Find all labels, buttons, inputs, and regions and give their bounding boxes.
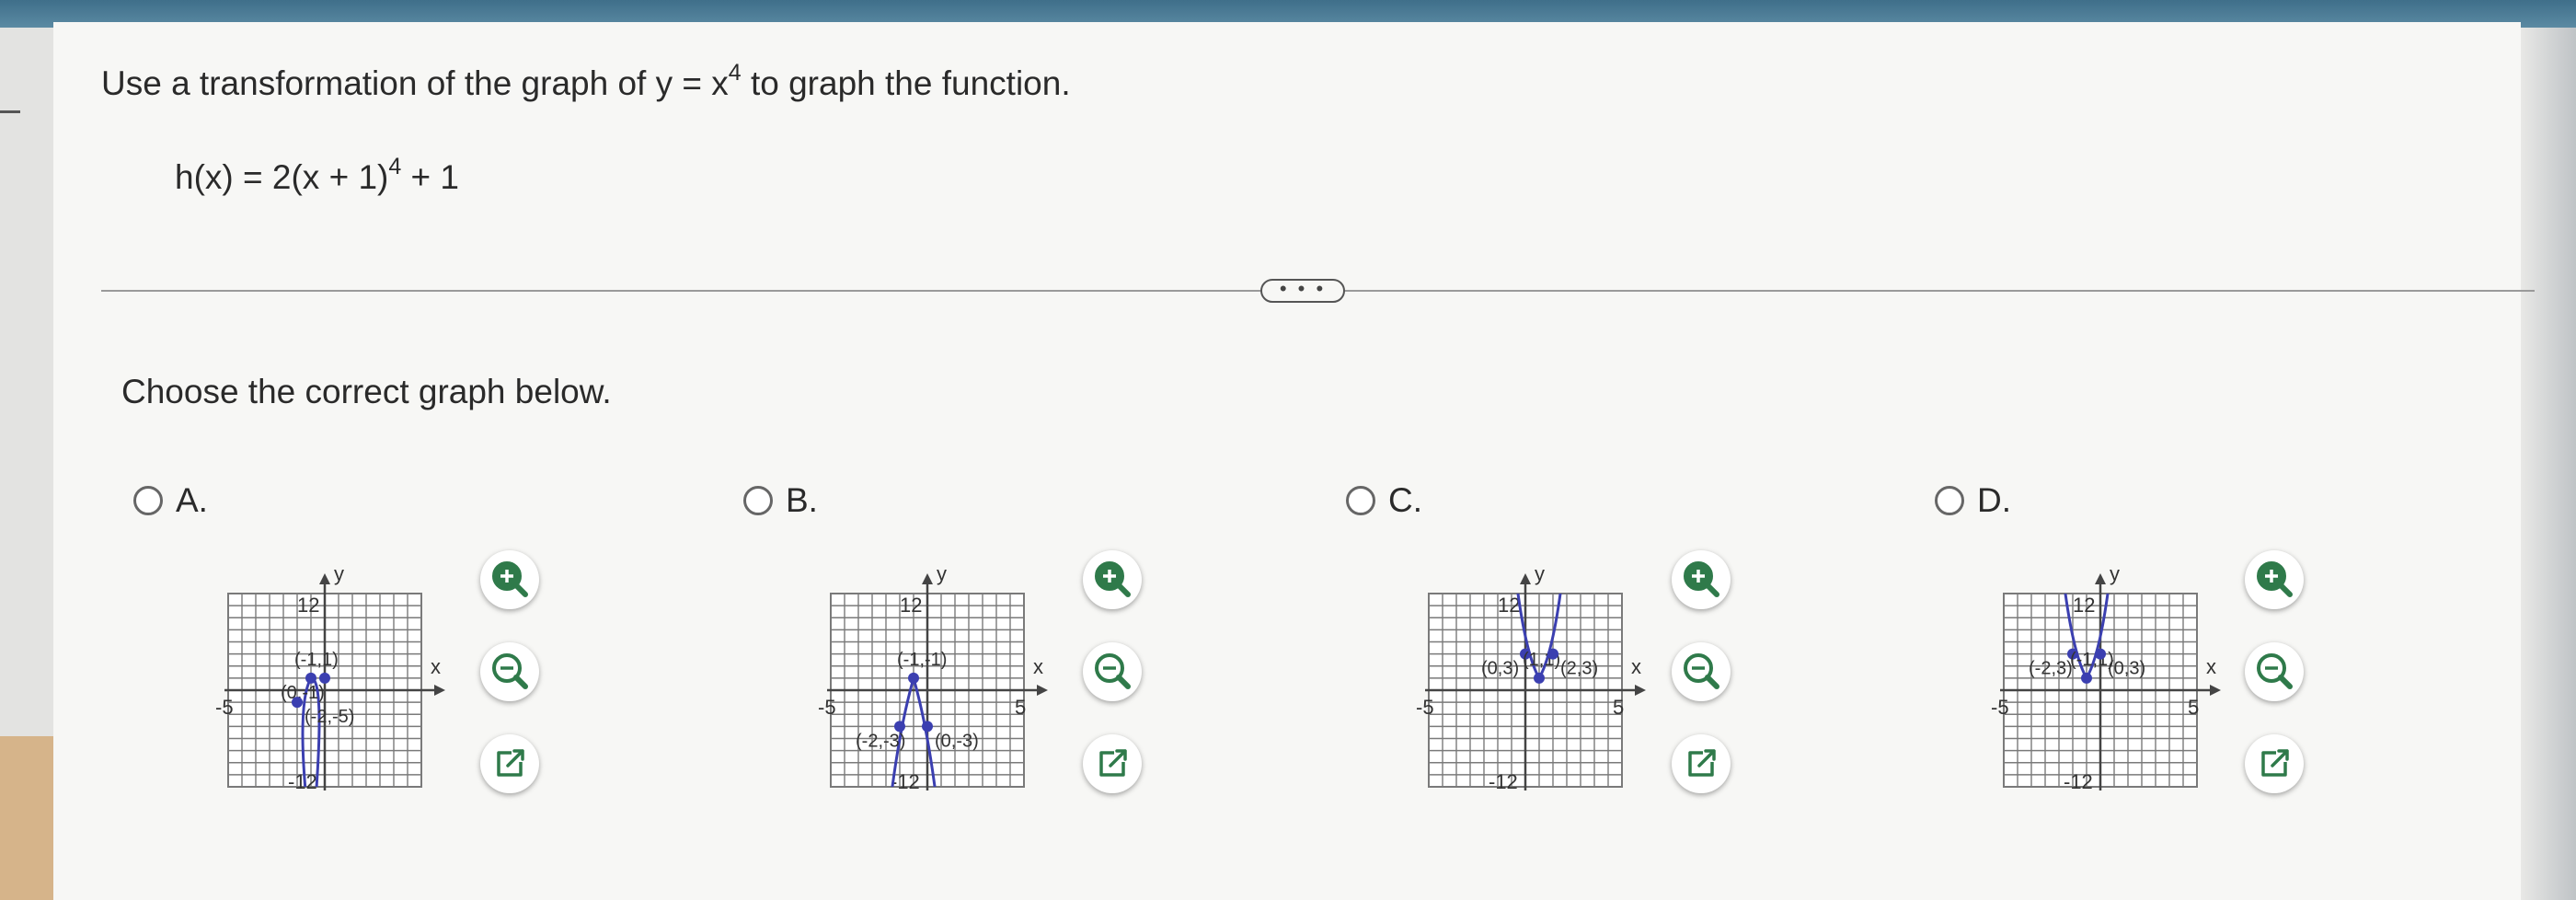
- point-label: (-2,-3): [856, 731, 905, 751]
- x-axis-arrow: [2210, 685, 2221, 696]
- x-tick-label: 5: [2188, 696, 2199, 719]
- zoom-out-button[interactable]: [2245, 642, 2304, 701]
- point-label: (0,3): [2108, 659, 2145, 679]
- zoom-in-icon: [1095, 561, 1131, 597]
- open-graph-button[interactable]: [1083, 734, 1142, 793]
- point-label: (2,3): [1560, 659, 1598, 679]
- option-a-label: A.: [176, 481, 208, 519]
- y-axis-arrow: [922, 573, 933, 584]
- plotted-point: [305, 672, 316, 684]
- x-tick-label: -5: [818, 696, 836, 719]
- radio-c[interactable]: [1346, 486, 1375, 515]
- zoom-in-icon: [2257, 561, 2293, 597]
- plotted-point: [922, 721, 933, 733]
- graph-a: y x 12 -12 -5 (0,-1) (-1,1) (-2,-5): [215, 562, 445, 793]
- plotted-point: [292, 697, 303, 709]
- question-prompt: Use a transformation of the graph of y =…: [101, 60, 1071, 103]
- radio-d[interactable]: [1935, 486, 1964, 515]
- option-d-label: D.: [1977, 481, 2011, 519]
- point-label: (-1,-1): [897, 650, 947, 670]
- plotted-point: [908, 672, 919, 684]
- radio-b[interactable]: [743, 486, 773, 515]
- x-tick-label: 5: [1015, 696, 1026, 719]
- x-axis-arrow: [1635, 685, 1646, 696]
- option-c-label: C.: [1388, 481, 1422, 519]
- plotted-point: [1547, 648, 1558, 660]
- y-tick-label: 12: [2073, 594, 2095, 617]
- option-b[interactable]: B.: [743, 480, 818, 521]
- point-label: (0,-3): [935, 731, 979, 751]
- y-tick-label: 12: [297, 594, 319, 617]
- x-axis-label: x: [1033, 655, 1043, 678]
- graph-d: yx12-12-5 5(-2,3)(-1,1)(0,3): [1991, 562, 2221, 793]
- open-new-window-icon: [1688, 749, 1716, 777]
- open-graph-button[interactable]: [480, 734, 539, 793]
- open-new-window-icon: [1099, 749, 1127, 777]
- x-tick-label: 5: [1613, 696, 1624, 719]
- x-axis-arrow: [434, 685, 445, 696]
- open-new-window-icon: [497, 749, 524, 777]
- x-axis-label: x: [431, 655, 441, 678]
- option-c[interactable]: C.: [1346, 480, 1422, 521]
- zoom-out-icon: [492, 653, 528, 689]
- x-axis-label: x: [2206, 655, 2216, 678]
- screen-edge: [2521, 28, 2576, 900]
- point-label: (0,-1): [281, 683, 325, 703]
- graph-c: yx12-12-5 5(0,3) (1,1) (2,3): [1416, 562, 1646, 793]
- zoom-out-button[interactable]: [1083, 642, 1142, 701]
- point-label: (-1,1): [294, 650, 339, 670]
- y-axis-label: y: [937, 562, 947, 585]
- open-new-window-icon: [2261, 749, 2289, 777]
- y-axis-label: y: [2110, 562, 2120, 585]
- open-graph-button[interactable]: [1672, 734, 1731, 793]
- y-axis-arrow: [2095, 573, 2106, 584]
- y-axis-label: y: [1535, 562, 1545, 585]
- zoom-in-icon: [492, 561, 528, 597]
- panel-handle[interactable]: [0, 110, 20, 113]
- option-a[interactable]: A.: [133, 480, 208, 521]
- y-tick-label: -12: [288, 770, 317, 793]
- plotted-point: [2095, 648, 2106, 660]
- zoom-in-button[interactable]: [1672, 550, 1731, 609]
- y-axis-arrow: [1520, 573, 1531, 584]
- y-axis-arrow: [319, 573, 330, 584]
- zoom-out-icon: [2257, 653, 2293, 689]
- point-label: (-2,-5): [305, 707, 354, 727]
- zoom-out-button[interactable]: [1672, 642, 1731, 701]
- zoom-in-button[interactable]: [480, 550, 539, 609]
- option-b-label: B.: [786, 481, 818, 519]
- x-tick-label: -5: [1416, 696, 1434, 719]
- option-d[interactable]: D.: [1935, 480, 2011, 521]
- open-graph-button[interactable]: [2245, 734, 2304, 793]
- radio-a[interactable]: [133, 486, 163, 515]
- x-axis-arrow: [1037, 685, 1048, 696]
- x-tick-label: -5: [1991, 696, 2009, 719]
- point-label: (-2,3): [2029, 659, 2073, 679]
- plotted-point: [2081, 672, 2092, 684]
- plotted-point: [1534, 672, 1545, 684]
- y-axis-label: y: [334, 562, 344, 585]
- zoom-in-button[interactable]: [2245, 550, 2304, 609]
- zoom-out-button[interactable]: [480, 642, 539, 701]
- y-tick-label: -12: [1489, 770, 1518, 793]
- y-tick-label: 12: [900, 594, 922, 617]
- y-tick-label: -12: [2064, 770, 2093, 793]
- zoom-out-icon: [1684, 653, 1719, 689]
- y-tick-label: 12: [1498, 594, 1520, 617]
- choose-instruction: Choose the correct graph below.: [121, 373, 612, 410]
- x-axis-label: x: [1631, 655, 1641, 678]
- expand-more-button[interactable]: • • •: [1260, 279, 1345, 303]
- graph-b: yx12-12-5 5(-2,-3)(-1,-1)(0,-3): [818, 562, 1048, 793]
- x-tick-label: -5: [215, 696, 234, 719]
- zoom-in-icon: [1684, 561, 1719, 597]
- zoom-in-button[interactable]: [1083, 550, 1142, 609]
- function-expression: h(x) = 2(x + 1)4 + 1: [175, 154, 460, 197]
- point-label: (0,3): [1481, 659, 1519, 679]
- zoom-out-icon: [1095, 653, 1131, 689]
